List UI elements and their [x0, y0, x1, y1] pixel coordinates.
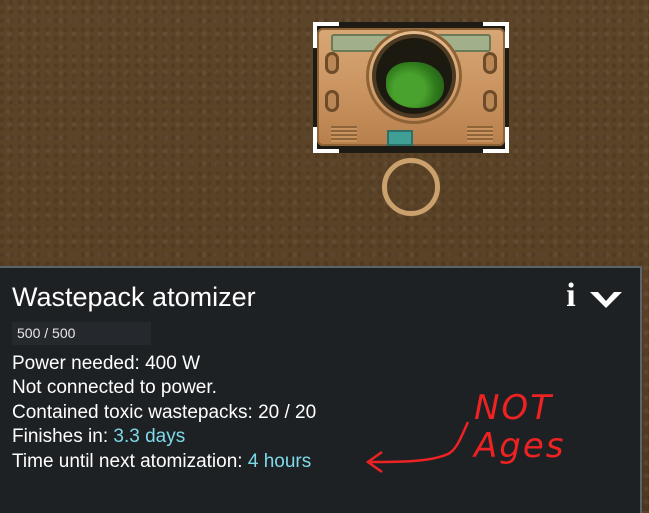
selection-bracket-bottom-left [313, 127, 339, 153]
waste-chamber-window [376, 38, 452, 114]
selection-bracket-top-right [483, 22, 509, 48]
hitpoints-bar: 500 / 500 [12, 322, 151, 345]
stat-value: 20 / 20 [258, 402, 317, 423]
interaction-spot-marker [382, 158, 440, 216]
selection-bracket-top-left [313, 22, 339, 48]
selection-bracket-bottom-right [483, 127, 509, 153]
wastepack-atomizer-building[interactable] [313, 22, 509, 153]
right-lower-knob [483, 90, 497, 112]
left-lower-knob [325, 90, 339, 112]
annotation-ages: Ages [474, 426, 566, 466]
annotation-arrow [365, 421, 470, 474]
stat-label: Not connected to power. [12, 377, 217, 398]
stat-next-atomization: Time until next atomization: 4 hours [12, 451, 311, 473]
stat-value: 4 hours [247, 451, 312, 472]
chevron-down-icon[interactable] [588, 288, 624, 310]
stat-contained-wastepacks: Contained toxic wastepacks: 20 / 20 [12, 402, 316, 424]
stat-finishes-in: Finishes in: 3.3 days [12, 426, 185, 448]
annotation-not: NOT [474, 388, 553, 428]
right-upper-knob [483, 52, 497, 74]
stat-label: Finishes in: [12, 426, 114, 447]
stat-value: 400 W [145, 353, 201, 374]
stat-label: Power needed: [12, 353, 146, 374]
building-title: Wastepack atomizer [12, 282, 256, 312]
toxic-waste-blob [386, 62, 444, 108]
stat-label: Time until next atomization: [12, 451, 248, 472]
stat-label: Contained toxic wastepacks: [12, 402, 259, 423]
stat-value: 3.3 days [113, 426, 186, 447]
left-upper-knob [325, 52, 339, 74]
info-icon[interactable]: i [558, 279, 584, 313]
building-body [317, 28, 505, 146]
stat-power-needed: Power needed: 400 W [12, 353, 200, 375]
stat-power-status: Not connected to power. [12, 377, 217, 399]
hitpoints-text: 500 / 500 [17, 325, 76, 341]
building-console [389, 132, 411, 144]
